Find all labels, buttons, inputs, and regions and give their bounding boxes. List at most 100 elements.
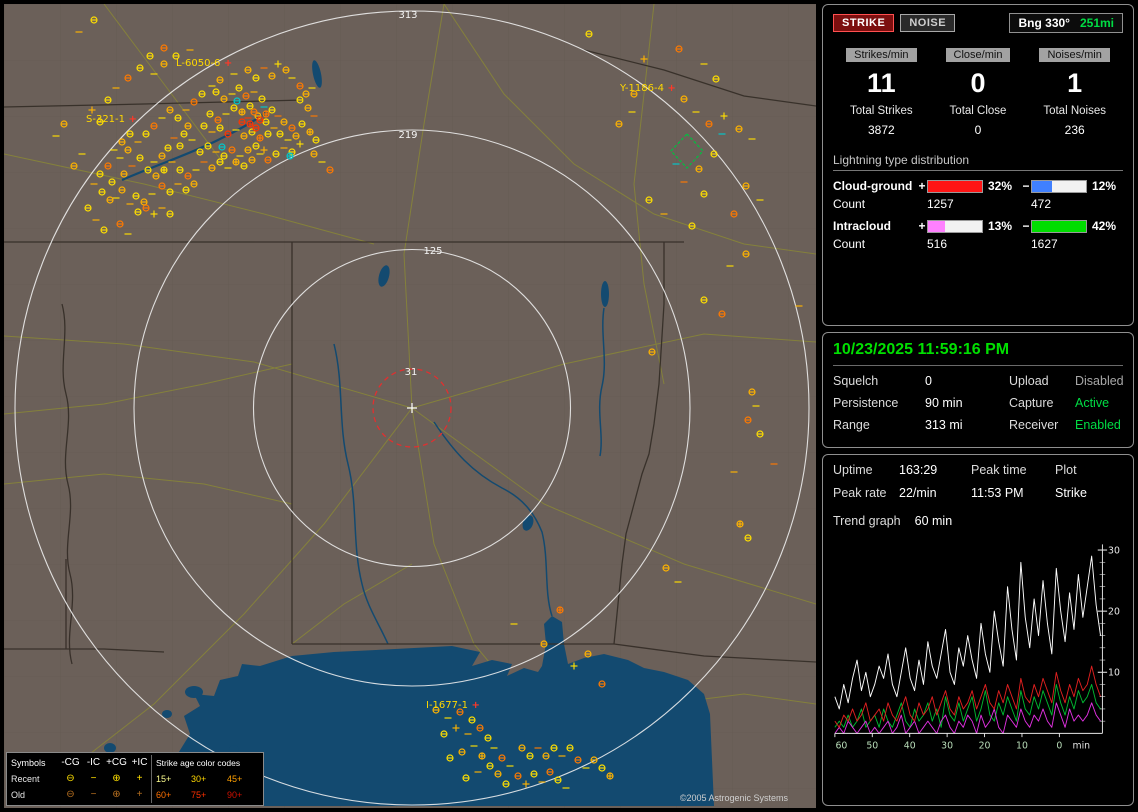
minus-sign: − [1022,179,1030,193]
strike-symbol [246,120,254,128]
plus-sign: + [918,219,926,233]
station-label: Y-1186-4 + [619,83,676,94]
legend-row-old: Old [11,790,26,800]
close-per-min-value: 0 [970,68,986,98]
ic-neg-recent-icon: − [90,773,97,784]
trend-xtick-label: 40 [904,740,916,751]
strike-symbol [736,520,744,528]
trend-graph-label: Trend graph [833,514,901,528]
lightning-map[interactable]: 313 219 125 31 L-6050-6 + S-321-1 + Y-1186-4 … [4,4,816,808]
ic-negative-bar [1031,219,1087,233]
ic-positive-count: 516 [927,237,948,251]
ring-distance-label: 219 [398,130,417,141]
trend-ytick-label: 20 [1108,606,1120,617]
strike-symbol [556,606,564,614]
noises-per-min-value: 1 [1067,68,1083,98]
legend-symbols-header: Symbols [11,758,46,768]
bearing-distance: 251mi [1079,16,1114,30]
trend-graph-label-row: Trend graph 60 min [833,514,1123,528]
ic-pos-recent-icon: + [136,773,143,784]
legend-cg-neg-header: -CG [61,757,80,768]
bearing-readout: Bng 330° 251mi [1009,13,1123,33]
strike-symbol [478,752,486,760]
plot-value: Strike [1055,486,1087,500]
strike-symbol [160,166,168,174]
cg-pos-recent-icon: ⊕ [112,773,121,784]
bearing-label: Bng 330° [1018,16,1070,30]
trend-xtick-label: 20 [979,740,991,751]
total-noises-value: 236 [1064,123,1085,137]
peak-time-label: Peak time [971,463,1027,477]
intracloud-count-row: Count 516 1627 [833,237,1123,251]
noises-column: Noises/min 1 Total Noises 236 [1026,45,1123,139]
cg-negative-count: 472 [1031,197,1052,211]
age-30: 30+ [191,774,207,784]
trend-xtick-label: 60 [835,740,847,751]
cg-positive-count: 1257 [927,197,954,211]
intracloud-row: Intracloud + 13% − 42% [833,219,1123,233]
mode-row: STRIKE NOISE Bng 330° 251mi [833,13,1123,33]
cg-negative-pct: 12% [1092,179,1117,193]
cg-count-label: Count [833,197,866,211]
age-45: 45+ [227,774,243,784]
trend-xtick-label: 50 [866,740,878,751]
trend-series-red [834,665,1101,728]
legend-row-recent: Recent [11,774,40,784]
upload-label: Upload [1009,374,1049,388]
plus-sign: + [918,179,926,193]
close-column: Close/min 0 Total Close 0 [930,45,1027,139]
strike-symbol [256,134,264,142]
statistics-panel: STRIKE NOISE Bng 330° 251mi Strikes/min … [822,4,1134,326]
strike-mode-button[interactable]: STRIKE [833,14,895,32]
ic-pos-old-icon: + [136,789,143,800]
ic-neg-old-icon: − [90,789,97,800]
close-per-min-chip: Close/min [945,48,1011,62]
cg-neg-old-icon: ⊖ [66,789,75,800]
map-legend: Symbols -CG -IC +CG +IC Strike age color… [6,752,264,806]
total-strikes-label: Total Strikes [850,105,913,117]
intracloud-label: Intracloud [833,219,892,233]
noise-mode-button[interactable]: NOISE [900,14,956,32]
cg-neg-recent-icon: ⊖ [66,773,75,784]
strike-symbol [306,128,314,136]
age-75: 75+ [191,790,207,800]
cg-positive-pct: 32% [988,179,1013,193]
strike-symbol [238,108,246,116]
station-label: I-1677-1 + [426,700,480,711]
legend-ic-pos-header: +IC [131,757,148,768]
timestamp: 10/23/2025 11:59:16 PM [833,341,1010,358]
ring-distance-label: 31 [405,367,418,378]
upload-value: Disabled [1075,374,1124,388]
map-panel[interactable]: 313 219 125 31 L-6050-6 + S-321-1 + Y-1186-4 … [4,4,816,808]
strikes-per-min-chip: Strikes/min [846,48,917,62]
ic-positive-pct: 13% [988,219,1013,233]
cloud-ground-label: Cloud-ground [833,179,913,193]
trend-axes [834,544,1108,738]
capture-label: Capture [1009,396,1054,410]
age-90: 90+ [227,790,243,800]
squelch-label: Squelch [833,374,879,388]
capture-value: Active [1075,396,1110,410]
ic-negative-pct: 42% [1092,219,1117,233]
age-60: 60+ [151,787,187,803]
trend-graph-window: 60 min [914,514,953,528]
peak-rate-value: 22/min [899,486,937,500]
session-grid: Uptime 163:29 Peak time Plot Peak rate 2… [833,463,1123,500]
legend-age-title: Strike age color codes [151,755,259,771]
trend-xtick-label: 0 [1056,740,1062,751]
ring-distance-label: 313 [398,10,417,21]
strike-symbol [606,772,614,780]
noises-per-min-chip: Noises/min [1039,48,1110,62]
squelch-value: 0 [925,374,932,388]
total-close-label: Total Close [949,105,1007,117]
status-grid: Squelch 0 Upload Disabled Persistence 90… [833,374,1124,432]
trend-graph: 10 20 30 60 50 40 30 20 10 0 min [834,544,1120,751]
range-value: 313 mi [925,418,963,432]
station-label: S-321-1 + [86,114,137,125]
ring-distance-label: 125 [423,246,442,257]
persistence-value: 90 min [925,396,963,410]
age-15: 15+ [151,771,187,787]
range-label: Range [833,418,870,432]
strikes-per-min-value: 11 [867,68,896,98]
uptime-value: 163:29 [899,463,938,477]
